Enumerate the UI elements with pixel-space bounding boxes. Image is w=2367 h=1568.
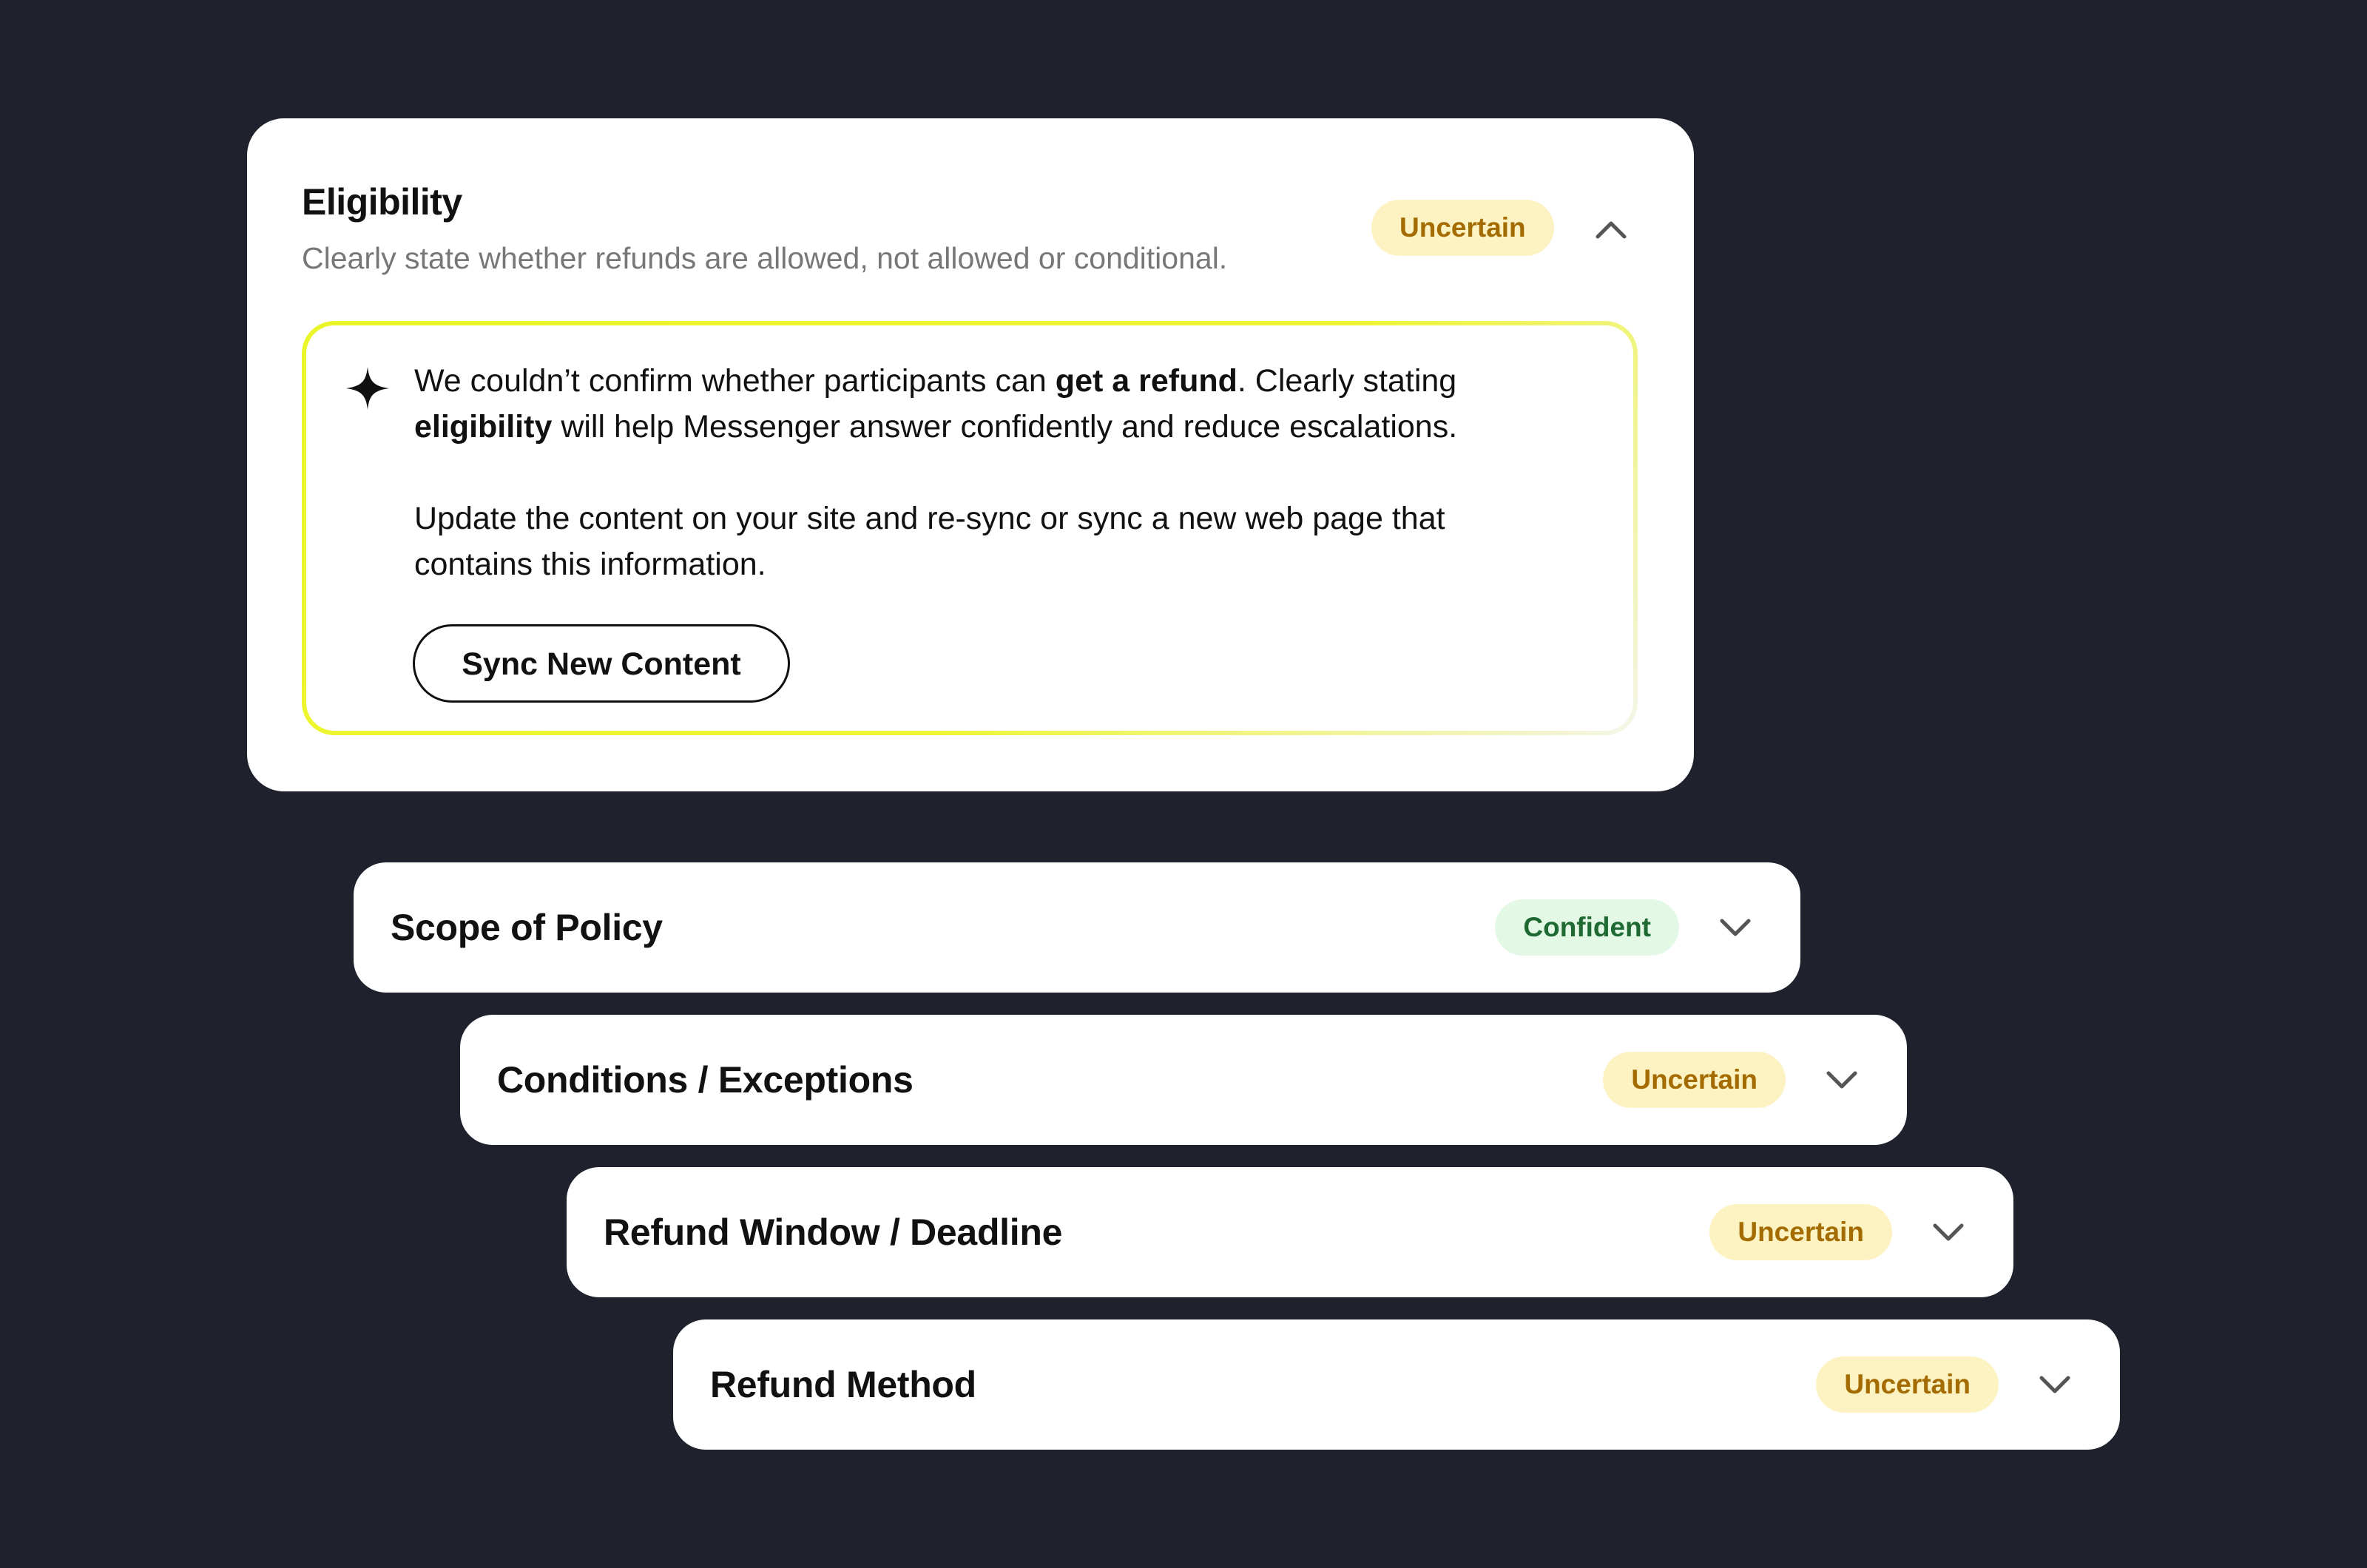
chevron-down-icon[interactable] <box>1931 1221 1966 1243</box>
section-title: Scope of Policy <box>391 907 663 948</box>
section-card-scope-of-policy[interactable]: Scope of Policy Confident <box>354 862 1800 993</box>
section-title: Refund Method <box>710 1364 976 1405</box>
chevron-down-icon[interactable] <box>1824 1069 1860 1091</box>
status-badge: Uncertain <box>1603 1052 1786 1108</box>
insight-content: We couldn’t confirm whether participants… <box>306 325 1633 731</box>
insight-emphasis-eligibility: eligibility <box>414 409 553 445</box>
section-card-conditions-exceptions[interactable]: Conditions / Exceptions Uncertain <box>460 1015 1907 1145</box>
sparkle-icon <box>346 367 389 410</box>
section-card-refund-window[interactable]: Refund Window / Deadline Uncertain <box>567 1167 2013 1297</box>
chevron-down-icon[interactable] <box>2037 1373 2073 1396</box>
insight-text-part: . Clearly stating <box>1237 363 1457 399</box>
card-subtitle: Clearly state whether refunds are allowe… <box>302 241 1228 275</box>
section-title: Conditions / Exceptions <box>497 1059 914 1101</box>
chevron-down-icon[interactable] <box>1718 916 1753 939</box>
insight-paragraph-1: We couldn’t confirm whether participants… <box>414 358 1568 450</box>
status-badge: Uncertain <box>1709 1204 1892 1260</box>
insight-text-part: We couldn’t confirm whether participants… <box>414 363 1056 399</box>
status-badge: Uncertain <box>1371 200 1554 256</box>
sync-new-content-button[interactable]: Sync New Content <box>413 624 790 703</box>
insight-emphasis-refund: get a refund <box>1055 363 1237 399</box>
eligibility-card: Eligibility Clearly state whether refund… <box>247 118 1694 791</box>
section-card-refund-method[interactable]: Refund Method Uncertain <box>673 1319 2120 1450</box>
status-badge: Uncertain <box>1816 1356 1999 1413</box>
insight-text-part: will help Messenger answer confidently a… <box>552 409 1458 445</box>
chevron-up-icon[interactable] <box>1593 217 1629 240</box>
status-badge: Confident <box>1495 899 1679 956</box>
insight-paragraph-2: Update the content on your site and re-s… <box>414 501 1445 582</box>
insight-message: We couldn’t confirm whether participants… <box>414 358 1568 587</box>
section-title: Refund Window / Deadline <box>604 1212 1063 1253</box>
insight-box: We couldn’t confirm whether participants… <box>302 321 1638 735</box>
card-title: Eligibility <box>302 181 462 223</box>
